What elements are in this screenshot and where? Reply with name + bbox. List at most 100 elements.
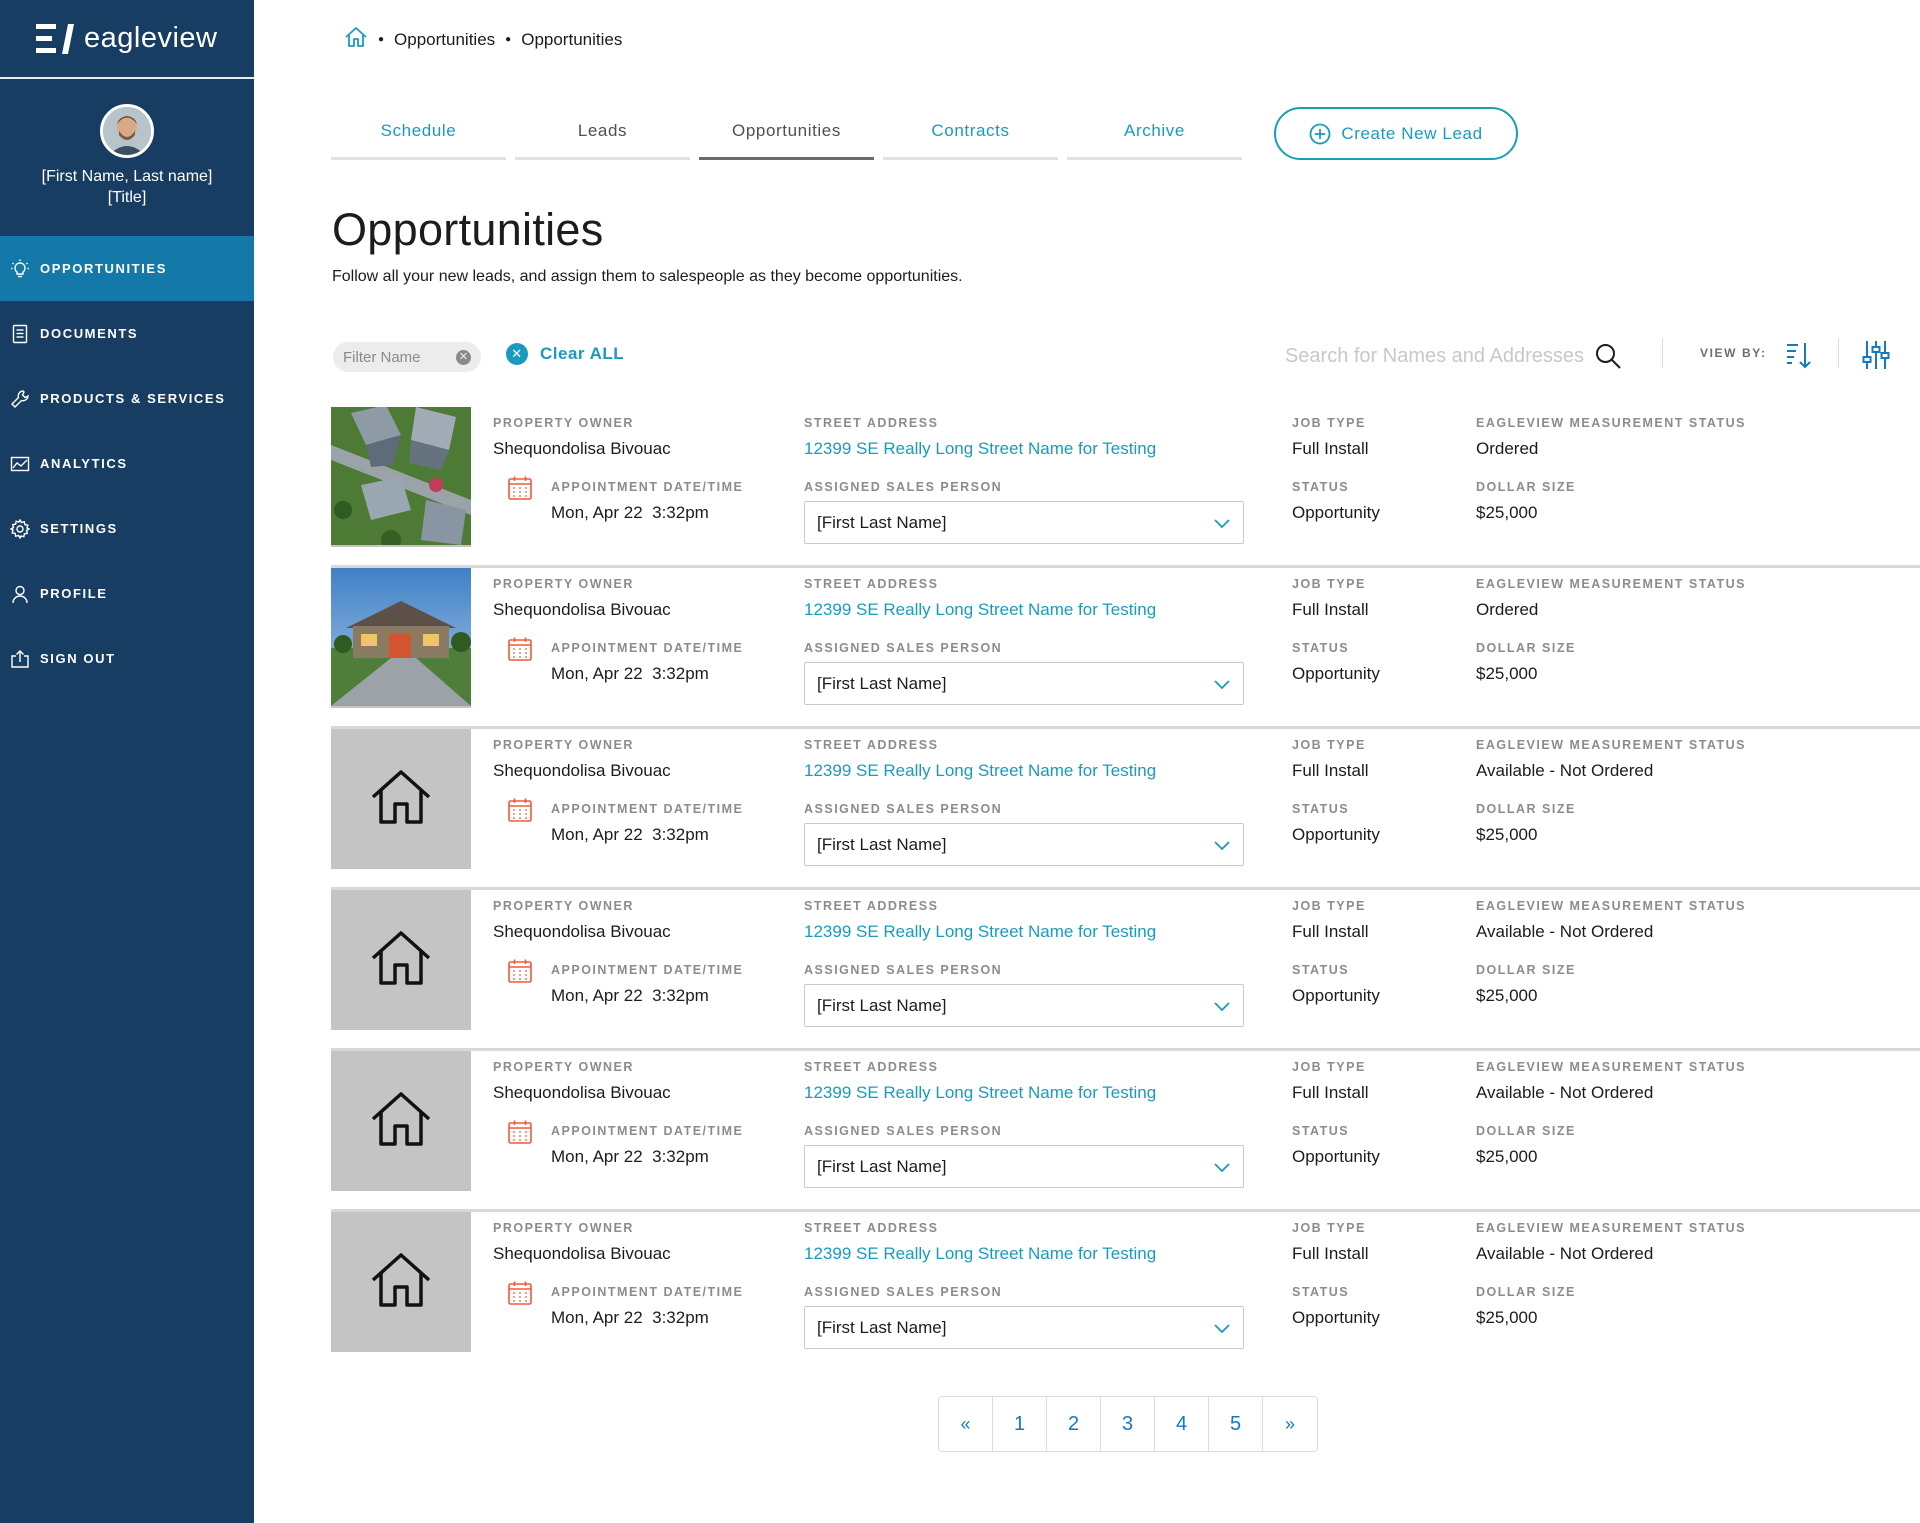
property-thumbnail[interactable] [331,407,471,547]
tab-leads[interactable]: Leads [515,104,690,160]
pagination-page-4[interactable]: 4 [1155,1397,1209,1451]
property-thumbnail[interactable] [331,1051,471,1191]
table-row[interactable]: PROPERTY OWNER Shequondolisa Bivouac APPOI… [331,568,1920,729]
appointment-value: Mon, Apr 22 3:32pm [551,1308,709,1327]
street-address-link[interactable]: 12399 SE Really Long Street Name for Tes… [804,438,1156,460]
street-address-link[interactable]: 12399 SE Really Long Street Name for Tes… [804,599,1156,621]
selected-sales-person: [First Last Name] [817,1156,947,1176]
table-row[interactable]: PROPERTY OWNER Shequondolisa Bivouac APPOI… [331,729,1920,890]
assigned-sales-person-select[interactable]: [First Last Name] [804,823,1244,866]
chevron-down-icon [1214,1001,1230,1011]
tab-schedule[interactable]: Schedule [331,104,506,160]
pagination: « 1 2 3 4 5 » [938,1396,1318,1452]
pagination-prev[interactable]: « [939,1397,993,1451]
assigned-sales-person-select[interactable]: [First Last Name] [804,662,1244,705]
status-field: STATUS Opportunity [1292,479,1380,524]
job-type-field: JOB TYPE Full Install [1292,737,1369,782]
avatar[interactable] [100,104,154,158]
measurement-status-value: Available - Not Ordered [1476,922,1654,941]
street-address-link[interactable]: 12399 SE Really Long Street Name for Tes… [804,921,1156,943]
dollar-size-value: $25,000 [1476,986,1538,1005]
field-label: JOB TYPE [1292,1060,1366,1074]
street-address-link[interactable]: 12399 SE Really Long Street Name for Tes… [804,1243,1156,1265]
measurement-status-field: EAGLEVIEW MEASUREMENT STATUS Available - … [1476,1220,1746,1265]
job-type-value: Full Install [1292,1244,1369,1263]
filter-sliders-icon[interactable] [1862,339,1890,371]
calendar-icon [507,1280,533,1306]
search-icon[interactable] [1594,342,1622,370]
assigned-sales-person-select[interactable]: [First Last Name] [804,1306,1244,1349]
street-address-link[interactable]: 12399 SE Really Long Street Name for Tes… [804,1082,1156,1104]
pagination-next[interactable]: » [1263,1397,1317,1451]
field-label: ASSIGNED SALES PERSON [804,480,1003,494]
appointment-value: Mon, Apr 22 3:32pm [551,825,709,844]
field-label: JOB TYPE [1292,738,1366,752]
measurement-status-field: EAGLEVIEW MEASUREMENT STATUS Available - … [1476,898,1746,943]
logo[interactable]: eagleview [0,0,254,79]
search-input[interactable] [1264,344,1594,368]
measurement-status-value: Ordered [1476,439,1539,458]
property-thumbnail[interactable] [331,1212,471,1352]
appointment-field: APPOINTMENT DATE/TIME Mon, Apr 22 3:32pm [551,640,743,685]
tab-opportunities[interactable]: Opportunities [699,104,874,160]
sidebar-item-opportunities[interactable]: OPPORTUNITIES [0,236,254,301]
assigned-sales-person-select[interactable]: [First Last Name] [804,984,1244,1027]
field-label: STREET ADDRESS [804,1060,939,1074]
sidebar-item-documents[interactable]: DOCUMENTS [0,301,254,366]
measurement-status-value: Available - Not Ordered [1476,1244,1654,1263]
property-thumbnail[interactable] [331,568,471,708]
breadcrumb-item[interactable]: Opportunities [394,30,495,50]
sort-icon[interactable] [1784,340,1812,370]
street-address-link[interactable]: 12399 SE Really Long Street Name for Tes… [804,760,1156,782]
plus-circle-icon [1309,123,1331,144]
property-thumbnail[interactable] [331,729,471,869]
assigned-sales-person-select[interactable]: [First Last Name] [804,1145,1244,1188]
wrench-icon [10,389,30,409]
sidebar-item-products-services[interactable]: PRODUCTS & SERVICES [0,366,254,431]
field-label: STREET ADDRESS [804,899,939,913]
field-label: PROPERTY OWNER [493,1221,634,1235]
property-owner-value: Shequondolisa Bivouac [493,761,671,780]
filter-chip[interactable]: Filter Name ✕ [333,342,481,372]
home-icon[interactable] [344,25,368,54]
appointment-field: APPOINTMENT DATE/TIME Mon, Apr 22 3:32pm [551,1284,743,1329]
remove-filter-icon[interactable]: ✕ [456,349,471,365]
field-label: ASSIGNED SALES PERSON [804,963,1003,977]
field-label: DOLLAR SIZE [1476,1285,1576,1299]
tab-archive[interactable]: Archive [1067,104,1242,160]
calendar-icon [507,958,533,984]
sidebar-item-settings[interactable]: SETTINGS [0,496,254,561]
sidebar-item-label: SETTINGS [40,521,118,536]
sidebar-item-analytics[interactable]: ANALYTICS [0,431,254,496]
street-address-field: STREET ADDRESS 12399 SE Really Long Stree… [804,1059,1156,1104]
house-icon [371,767,431,832]
chevron-down-icon [1214,1323,1230,1333]
table-row[interactable]: PROPERTY OWNER Shequondolisa Bivouac APPOI… [331,1212,1920,1373]
field-label: APPOINTMENT DATE/TIME [551,802,744,816]
sidebar-item-sign-out[interactable]: SIGN OUT [0,626,254,691]
calendar-icon [507,475,533,501]
field-label: PROPERTY OWNER [493,577,634,591]
table-row[interactable]: PROPERTY OWNER Shequondolisa Bivouac APPOI… [331,407,1920,568]
assigned-sales-person-select[interactable]: [First Last Name] [804,501,1244,544]
property-thumbnail[interactable] [331,890,471,1030]
pagination-page-5[interactable]: 5 [1209,1397,1263,1451]
clear-all-button[interactable]: ✕ Clear ALL [506,343,624,365]
create-new-lead-button[interactable]: Create New Lead [1274,107,1518,160]
pagination-page-2[interactable]: 2 [1047,1397,1101,1451]
pagination-page-1[interactable]: 1 [993,1397,1047,1451]
breadcrumb-item[interactable]: Opportunities [521,30,622,50]
field-label: JOB TYPE [1292,1221,1366,1235]
search-bar [1264,338,1624,374]
field-label: ASSIGNED SALES PERSON [804,1285,1003,1299]
table-row[interactable]: PROPERTY OWNER Shequondolisa Bivouac APPOI… [331,890,1920,1051]
status-field: STATUS Opportunity [1292,640,1380,685]
field-label: DOLLAR SIZE [1476,641,1576,655]
tab-contracts[interactable]: Contracts [883,104,1058,160]
dollar-size-value: $25,000 [1476,664,1538,683]
analytics-icon [10,454,30,474]
pagination-page-3[interactable]: 3 [1101,1397,1155,1451]
sidebar-item-profile[interactable]: PROFILE [0,561,254,626]
house-icon [371,1250,431,1315]
table-row[interactable]: PROPERTY OWNER Shequondolisa Bivouac APPOI… [331,1051,1920,1212]
